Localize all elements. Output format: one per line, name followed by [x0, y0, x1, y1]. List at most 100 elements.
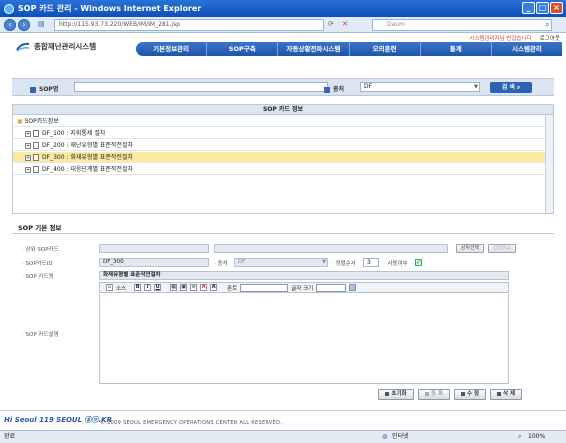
- card-type-select[interactable]: DF ▼: [234, 258, 328, 267]
- search-bar: SOP명 종처 DF ▼ 검 색 ⌕: [12, 78, 554, 96]
- table-icon[interactable]: ▦: [170, 284, 178, 291]
- minimize-button[interactable]: _: [522, 2, 535, 14]
- nav-item-auto-broadcast[interactable]: 자동상황전파시스템: [278, 42, 350, 56]
- copyright-text: © 2009 SEOUL EMERGENCY OPERATIONS CENTER…: [100, 420, 283, 426]
- maximize-button[interactable]: □: [536, 2, 549, 14]
- card-type-label: 종처: [214, 259, 228, 267]
- reset-button[interactable]: 초기화: [378, 389, 414, 400]
- description-editor[interactable]: [99, 294, 509, 384]
- sop-name-label: SOP명: [30, 84, 58, 93]
- chevron-down-icon: ▼: [322, 259, 326, 265]
- zoom-level[interactable]: 100%: [528, 431, 545, 443]
- tree-root[interactable]: ▣ SOP카드정보: [13, 116, 553, 127]
- zone-text: 인터넷: [392, 433, 409, 440]
- bullet-icon: [385, 391, 390, 396]
- italic-icon[interactable]: I: [144, 284, 152, 291]
- expand-icon[interactable]: +: [25, 130, 31, 137]
- underline-icon[interactable]: U: [154, 284, 162, 291]
- document-icon: [33, 142, 39, 149]
- card-name-input[interactable]: 화재유형별 표준작전절차: [99, 271, 509, 280]
- logo-mark-icon: [16, 42, 30, 52]
- document-icon: [33, 154, 39, 161]
- detail-title: SOP 기본 정보: [12, 222, 554, 234]
- footer-logo: Hi Seoul 119 SEOUL ⓖⓞ.KR: [4, 416, 112, 424]
- forward-icon[interactable]: ›: [18, 19, 30, 31]
- expand-icon[interactable]: +: [25, 154, 31, 161]
- parent-select-button[interactable]: 상위선택: [456, 244, 484, 253]
- parent-card-label: 상위 SOP카드: [22, 245, 59, 253]
- nav-item-stats[interactable]: 통계: [421, 42, 492, 56]
- sop-name-input[interactable]: [74, 82, 328, 92]
- search-icon: ⌕: [516, 84, 521, 91]
- arrow-icon: [324, 86, 330, 93]
- nav-item-system[interactable]: 시스템관리: [492, 42, 562, 56]
- sop-card-tree: SOP 카드 정보 ▣ SOP카드정보 + DF_100 : 지휘통제 절차 + D…: [12, 104, 554, 214]
- user-greeting: 시스템관리자님 반갑습니다: [469, 36, 532, 42]
- text-color-icon[interactable]: A: [200, 284, 208, 291]
- parent-card-name-input[interactable]: [214, 244, 448, 253]
- card-name-label: SOP 카드명: [22, 272, 54, 280]
- main-nav: 기본정보관리 SOP구축 자동상황전파시스템 모의훈련 통계 시스템관리: [136, 42, 562, 56]
- nav-item-drill[interactable]: 모의훈련: [350, 42, 421, 56]
- browser-statusbar: 완료 ◍ 인터넷 ⌕ 100%: [0, 430, 566, 443]
- order-input[interactable]: 3: [363, 258, 379, 267]
- status-text: 완료: [4, 433, 16, 440]
- update-button[interactable]: 수 정: [454, 389, 486, 400]
- tree-item[interactable]: + DF_100 : 지휘통제 절차: [13, 128, 553, 139]
- expand-icon[interactable]: +: [25, 142, 31, 149]
- nav-item-basic-info[interactable]: 기본정보관리: [136, 42, 208, 56]
- back-icon[interactable]: ‹: [4, 19, 16, 31]
- link-icon[interactable]: ∞: [190, 284, 198, 291]
- source-icon[interactable]: ▫: [106, 284, 113, 291]
- tree-item-selected[interactable]: + DF_300 : 화재유형별 표준작전절차: [13, 152, 553, 163]
- tree-scrollbar[interactable]: [545, 115, 553, 213]
- document-icon: [33, 166, 39, 173]
- nav-item-sop-build[interactable]: SOP구축: [207, 42, 279, 56]
- image-icon[interactable]: ▣: [180, 284, 188, 291]
- size-select[interactable]: [316, 283, 347, 292]
- url-input[interactable]: http://115.93.73.220/WEB/IM/IM_281.jsp: [54, 19, 324, 31]
- editor-toolbar: ▫ 소스 B I U ▦ ▣ ∞ A A 폰트 글자 크기: [99, 282, 509, 293]
- bullet-icon: [424, 391, 429, 396]
- refresh-icon[interactable]: ⟳: [328, 20, 334, 28]
- window-title: SOP 카드 관리 - Windows Internet Explorer: [18, 4, 202, 13]
- delete-button[interactable]: 삭 제: [490, 389, 522, 400]
- web-search-input[interactable]: Daum: [372, 19, 552, 31]
- use-checkbox[interactable]: ✓: [415, 259, 422, 266]
- desc-label: SOP 카드설명: [22, 330, 59, 338]
- expand-icon[interactable]: +: [25, 166, 31, 173]
- type-select[interactable]: DF ▼: [360, 82, 480, 92]
- order-label: 정렬순서: [332, 259, 356, 267]
- font-label: 폰트: [227, 285, 238, 292]
- bullet-icon: [460, 391, 465, 396]
- register-button[interactable]: 등 록: [418, 389, 450, 400]
- chevron-down-icon: ▼: [474, 84, 478, 90]
- close-button[interactable]: ×: [550, 2, 563, 14]
- parent-cancel-button[interactable]: 선택취소: [488, 244, 516, 253]
- logout-link[interactable]: 로그아웃: [540, 34, 560, 42]
- bold-icon[interactable]: B: [134, 284, 142, 291]
- type-label: 종처: [324, 84, 344, 93]
- source-label[interactable]: 소스: [116, 284, 126, 292]
- window-titlebar: SOP 카드 관리 - Windows Internet Explorer _ …: [0, 0, 566, 17]
- highlight-icon[interactable]: A: [210, 284, 218, 291]
- tree-item[interactable]: + DF_400 : 대응단계별 표준작전절차: [13, 164, 553, 175]
- parent-card-input[interactable]: [99, 244, 209, 253]
- search-icon[interactable]: ⌕: [545, 20, 549, 30]
- search-button[interactable]: 검 색 ⌕: [490, 82, 532, 93]
- document-icon: [33, 130, 39, 137]
- tree-item[interactable]: + DF_200 : 재난유형별 표준작전절차: [13, 140, 553, 151]
- card-id-input[interactable]: DF_300: [99, 258, 209, 267]
- zoom-icon[interactable]: ⌕: [518, 431, 521, 443]
- font-select[interactable]: [240, 283, 289, 292]
- ie-icon: [4, 3, 14, 14]
- browser-addressbar: ‹ › ▤ http://115.93.73.220/WEB/IM/IM_281…: [0, 17, 566, 33]
- card-id-label: SOP카드ID: [22, 259, 53, 267]
- logo-text: 종합재난관리시스템: [34, 42, 97, 51]
- size-label: 글자 크기: [291, 285, 314, 292]
- stop-icon[interactable]: ✕: [342, 20, 348, 28]
- site-logo[interactable]: 종합재난관리시스템: [16, 41, 96, 52]
- fullscreen-icon[interactable]: [349, 284, 357, 291]
- globe-icon: ◍: [382, 433, 388, 440]
- arrow-icon: [30, 86, 36, 93]
